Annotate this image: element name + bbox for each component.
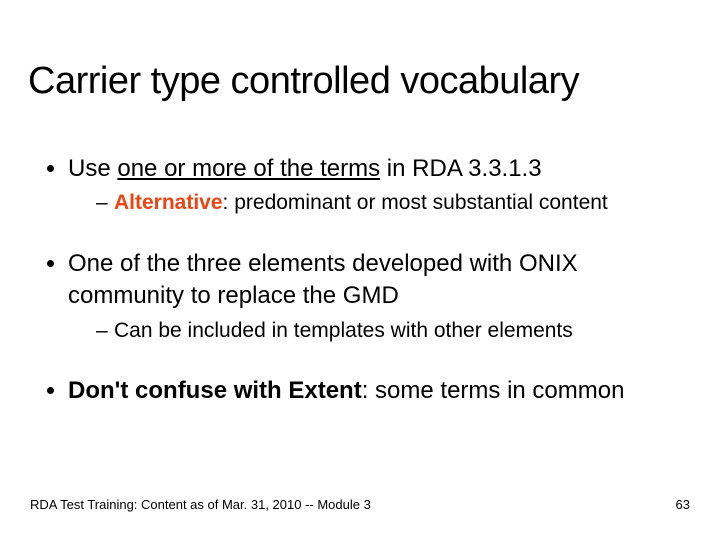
bullet-1-sub: Alternative: predominant or most substan… (68, 189, 692, 217)
bullet-2: One of the three elements developed with… (68, 248, 692, 345)
bullet-3-bold: Don't confuse with Extent (68, 377, 362, 404)
bullet-1-underline: one or more of the terms (117, 155, 380, 182)
bullet-2-sub: Can be included in templates with other … (68, 317, 692, 345)
bullet-2-text: One of the three elements developed with… (68, 250, 578, 309)
footer-left: RDA Test Training: Content as of Mar. 31… (30, 497, 371, 512)
bullet-1-tail: in RDA 3.3.1.3 (380, 155, 541, 182)
slide: Carrier type controlled vocabulary Use o… (0, 0, 720, 540)
slide-number: 63 (676, 497, 690, 512)
alternative-text: : predominant or most substantial conten… (223, 191, 608, 214)
bullet-3: Don't confuse with Extent: some terms in… (68, 375, 692, 407)
bullet-1-sub-item: Alternative: predominant or most substan… (96, 189, 692, 217)
bullet-2-sub-item: Can be included in templates with other … (96, 317, 692, 345)
bullet-3-tail: : some terms in common (362, 377, 625, 404)
bullet-list: Use one or more of the terms in RDA 3.3.… (28, 153, 692, 407)
alternative-label: Alternative (114, 191, 223, 214)
bullet-1: Use one or more of the terms in RDA 3.3.… (68, 153, 692, 218)
footer: RDA Test Training: Content as of Mar. 31… (30, 497, 690, 512)
slide-title: Carrier type controlled vocabulary (28, 0, 692, 153)
bullet-2-sub-text: Can be included in templates with other … (114, 319, 573, 342)
bullet-1-lead: Use (68, 155, 117, 182)
